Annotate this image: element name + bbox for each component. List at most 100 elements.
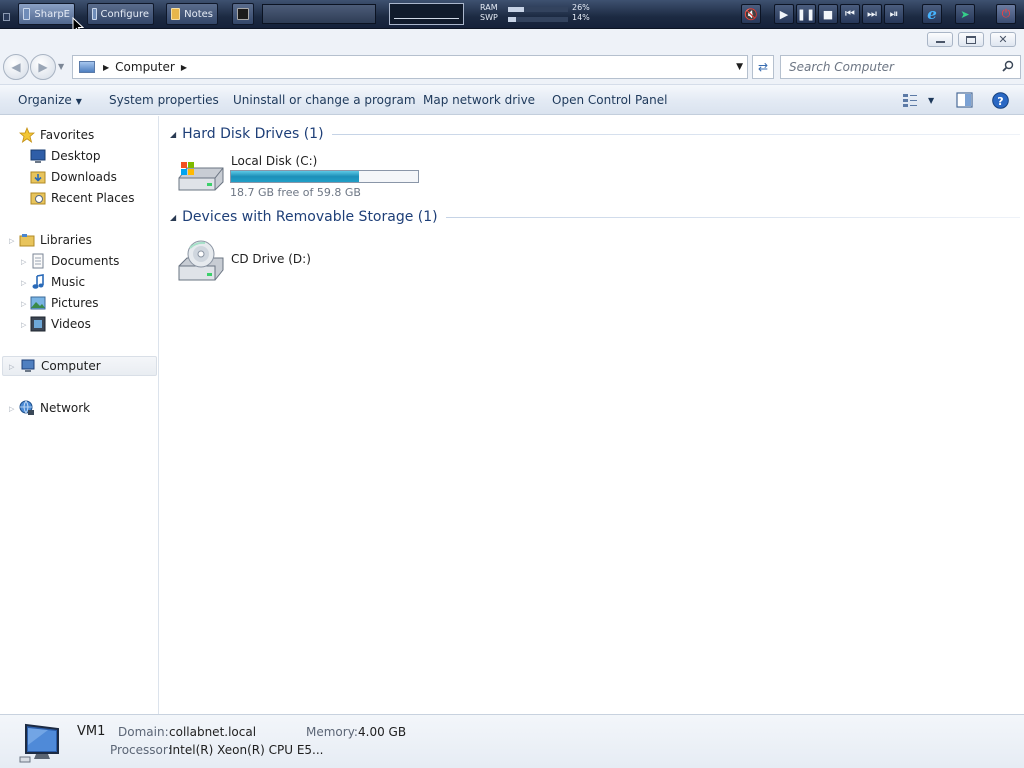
view-options-icon[interactable] [902, 92, 918, 108]
taskbar-grip[interactable] [3, 13, 10, 21]
videos-icon [30, 316, 46, 332]
monitor-icon [23, 8, 31, 20]
organize-menu[interactable]: Organize ▼ [18, 93, 82, 107]
computer-icon [21, 359, 35, 372]
pause-button[interactable]: ❚❚ [796, 4, 816, 24]
forward-button[interactable]: ▶ [30, 54, 56, 80]
breadcrumb-separator-icon[interactable]: ▶ [181, 63, 187, 72]
drive-name: Local Disk (C:) [231, 154, 318, 168]
cpu-graph [389, 3, 464, 25]
refresh-button[interactable]: ⇄ [752, 55, 774, 79]
address-bar[interactable]: ▶ Computer ▶ ▼ [72, 55, 748, 79]
close-icon: ✕ [998, 33, 1008, 46]
swap-bar [508, 17, 568, 22]
taskbar-button-notes[interactable]: Notes [166, 3, 218, 25]
top-taskbar: SharpE Configure Notes RAM 26% SWP 14% 🔇… [0, 0, 1024, 29]
preview-pane-icon[interactable] [956, 92, 973, 108]
expand-pictures-icon[interactable]: ▷ [21, 300, 26, 308]
libraries-icon [19, 234, 35, 247]
minimize-icon [935, 41, 945, 43]
memory-meters: RAM 26% SWP 14% [478, 3, 668, 25]
history-dropdown-icon[interactable]: ▼ [58, 62, 64, 71]
expand-music-icon[interactable]: ▷ [21, 279, 26, 287]
refresh-icon: ⇄ [757, 60, 769, 74]
drive-free-space: 18.7 GB free of 59.8 GB [230, 186, 361, 199]
messenger-button[interactable]: ➤ [955, 4, 975, 24]
taskbar-field[interactable] [262, 4, 376, 24]
search-input[interactable] [789, 60, 989, 74]
help-icon[interactable]: ? [992, 92, 1009, 109]
address-dropdown-icon[interactable]: ▼ [736, 62, 743, 72]
monitor-icon [92, 8, 97, 20]
taskbar-button-configure[interactable]: Configure [87, 3, 154, 25]
map-network-drive-button[interactable]: Map network drive [423, 93, 535, 107]
ram-bar [508, 7, 568, 12]
nav-computer[interactable]: Computer [2, 356, 157, 376]
uninstall-program-button[interactable]: Uninstall or change a program [233, 93, 416, 107]
memory-label: Memory: [306, 725, 358, 739]
pictures-icon [30, 296, 46, 310]
computer-icon [19, 723, 59, 763]
eject-button[interactable]: ⏯ [884, 4, 904, 24]
search-icon[interactable] [1002, 60, 1014, 72]
breadcrumb-computer[interactable]: Computer [115, 60, 175, 74]
search-box[interactable] [780, 55, 1021, 79]
group-removable-storage[interactable]: ◢ Devices with Removable Storage (1) [170, 209, 1020, 225]
group-divider [445, 216, 1020, 218]
power-icon: ⏻ [1001, 7, 1011, 20]
expand-videos-icon[interactable]: ▷ [21, 321, 26, 329]
taskbar-button-terminal[interactable] [232, 3, 254, 25]
network-icon [19, 400, 34, 415]
domain-label: Domain: [118, 725, 169, 739]
details-pane: VM1 Domain: collabnet.local Memory: 4.00… [0, 714, 1024, 768]
expand-documents-icon[interactable]: ▷ [21, 258, 26, 266]
breadcrumb-separator-icon[interactable]: ▶ [103, 63, 109, 72]
expand-computer-icon[interactable]: ▷ [9, 363, 14, 371]
group-hard-disk-drives[interactable]: ◢ Hard Disk Drives (1) [170, 126, 1020, 142]
minimize-button[interactable] [927, 32, 953, 47]
browser-button[interactable]: e [922, 4, 942, 24]
cd-drive-icon [178, 240, 224, 281]
window-title-bar: ✕ [0, 29, 1024, 51]
collapse-group-icon[interactable]: ◢ [170, 213, 176, 222]
power-button[interactable]: ⏻ [996, 4, 1016, 24]
view-dropdown-icon[interactable]: ▼ [928, 96, 934, 105]
processor-label: Processor: [110, 743, 172, 757]
expand-network-icon[interactable]: ▷ [9, 405, 14, 413]
media-icon: ⏯ [889, 7, 899, 20]
close-button[interactable]: ✕ [990, 32, 1016, 47]
taskbar-button-sharpe[interactable]: SharpE [18, 3, 75, 25]
open-control-panel-button[interactable]: Open Control Panel [552, 93, 667, 107]
group-divider [331, 133, 1020, 135]
memory-value: 4.00 GB [358, 725, 407, 739]
drive-name: CD Drive (D:) [231, 252, 311, 266]
processor-value: Intel(R) Xeon(R) CPU E5... [169, 743, 324, 757]
drive-local-disk-c[interactable]: Local Disk (C:) 18.7 GB free of 59.8 GB [177, 154, 437, 200]
restore-icon [966, 35, 976, 44]
ram-value: 26% [572, 3, 590, 12]
play-icon: ▶ [779, 7, 789, 21]
forward-arrow-icon: ▶ [38, 60, 48, 74]
play-button[interactable]: ▶ [774, 4, 794, 24]
nav-favorites[interactable]: Favorites [19, 125, 176, 145]
cpu-graph-line [394, 18, 459, 19]
back-button[interactable]: ◀ [3, 54, 29, 80]
drive-usage-bar [230, 170, 419, 183]
stop-button[interactable]: ■ [818, 4, 838, 24]
expand-libraries-icon[interactable]: ▷ [9, 237, 14, 245]
swap-value: 14% [572, 13, 590, 22]
nav-libraries[interactable]: Libraries [19, 230, 176, 250]
notes-icon [171, 8, 181, 20]
collapse-group-icon[interactable]: ◢ [170, 130, 176, 139]
next-button[interactable]: ⏭ [862, 4, 882, 24]
music-icon [32, 274, 44, 289]
drive-cd-d[interactable]: CD Drive (D:) [177, 236, 377, 284]
mute-button[interactable]: 🔇 [741, 4, 761, 24]
desktop-icon [30, 149, 46, 163]
previous-button[interactable]: ⏮ [840, 4, 860, 24]
restore-button[interactable] [958, 32, 984, 47]
system-properties-button[interactable]: System properties [109, 93, 219, 107]
nav-network[interactable]: Network [19, 398, 176, 418]
svg-text:?: ? [997, 95, 1003, 108]
domain-value: collabnet.local [169, 725, 257, 739]
